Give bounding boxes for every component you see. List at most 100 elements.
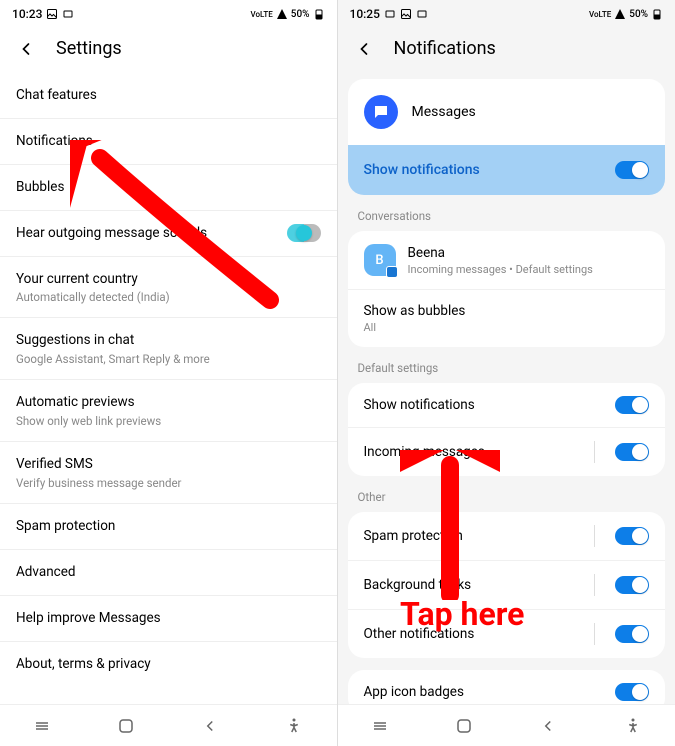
back-icon[interactable]: [354, 39, 374, 59]
toggle-other-notifications[interactable]: [615, 625, 649, 643]
page-header: Settings: [0, 28, 337, 73]
setting-auto-previews[interactable]: Automatic previews Show only web link pr…: [0, 380, 337, 442]
row-title: Other notifications: [364, 626, 583, 642]
contact-avatar: B: [364, 244, 396, 276]
settings-list: Chat features Notifications Bubbles Hear…: [0, 73, 337, 704]
page-header: Notifications: [338, 28, 675, 73]
network-indicator: VoLTE: [589, 10, 611, 19]
toggle-show-notifications[interactable]: [615, 161, 649, 179]
toggle-app-icon-badges[interactable]: [615, 683, 649, 701]
setting-title: Advanced: [16, 563, 321, 582]
app-name: Messages: [412, 104, 476, 120]
other-spam-protection[interactable]: Spam protection: [348, 512, 666, 560]
navigation-bar: [338, 704, 675, 746]
setting-outgoing-sounds[interactable]: Hear outgoing message sounds: [0, 211, 337, 257]
setting-title: Suggestions in chat: [16, 331, 321, 350]
toggle-outgoing-sounds[interactable]: [287, 224, 321, 242]
conversation-beena[interactable]: B Beena Incoming messages • Default sett…: [348, 231, 666, 289]
setting-suggestions[interactable]: Suggestions in chat Google Assistant, Sm…: [0, 318, 337, 380]
setting-subtitle: Verify business message sender: [16, 476, 321, 490]
battery-percent: 50%: [291, 9, 310, 20]
setting-subtitle: Show only web link previews: [16, 414, 321, 428]
row-title: Incoming messages: [364, 444, 583, 460]
section-conversations: Conversations: [338, 195, 675, 231]
setting-title: Notifications: [16, 132, 321, 151]
back-icon[interactable]: [16, 39, 36, 59]
section-other: Other: [338, 476, 675, 512]
setting-title: Chat features: [16, 86, 321, 105]
toggle-incoming-messages[interactable]: [615, 443, 649, 461]
signal-icon: [276, 8, 288, 20]
setting-chat-features[interactable]: Chat features: [0, 73, 337, 119]
page-title: Settings: [56, 38, 122, 59]
contact-subtitle: Incoming messages • Default settings: [408, 263, 650, 276]
setting-title: Verified SMS: [16, 455, 321, 474]
row-subtitle: All: [364, 321, 650, 334]
setting-subtitle: Automatically detected (India): [16, 290, 321, 304]
setting-help-improve[interactable]: Help improve Messages: [0, 596, 337, 642]
section-default-settings: Default settings: [338, 347, 675, 383]
setting-title: Hear outgoing message sounds: [16, 224, 287, 243]
battery-percent: 50%: [629, 9, 648, 20]
status-time: 10:23: [12, 7, 42, 21]
status-bar: 10:23 VoLTE 50%: [0, 0, 337, 28]
contact-name: Beena: [408, 245, 650, 261]
app-header: Messages: [348, 79, 666, 145]
row-title: Spam protection: [364, 528, 583, 544]
setting-title: About, terms & privacy: [16, 655, 321, 674]
messages-app-icon: [364, 95, 398, 129]
page-title: Notifications: [394, 38, 496, 59]
setting-bubbles[interactable]: Bubbles: [0, 165, 337, 211]
battery-icon: [313, 8, 325, 20]
divider: [594, 441, 595, 463]
setting-title: Spam protection: [16, 517, 321, 536]
home-icon[interactable]: [455, 717, 473, 735]
setting-advanced[interactable]: Advanced: [0, 550, 337, 596]
contact-badge-icon: [386, 266, 398, 278]
show-as-bubbles[interactable]: Show as bubbles All: [348, 289, 666, 347]
row-title: Background tasks: [364, 577, 583, 593]
setting-title: Automatic previews: [16, 393, 321, 412]
card-icon: [384, 8, 396, 20]
row-title: Show notifications: [364, 397, 604, 413]
setting-title: Bubbles: [16, 178, 321, 197]
accessibility-icon[interactable]: [624, 717, 642, 735]
picture-icon: [400, 8, 412, 20]
recents-icon[interactable]: [33, 717, 51, 735]
toggle-default-show-notifications[interactable]: [615, 396, 649, 414]
row-title: App icon badges: [364, 684, 604, 700]
setting-notifications[interactable]: Notifications: [0, 119, 337, 165]
setting-spam-protection[interactable]: Spam protection: [0, 504, 337, 550]
toggle-background-tasks[interactable]: [615, 576, 649, 594]
recents-icon[interactable]: [371, 717, 389, 735]
setting-title: Help improve Messages: [16, 609, 321, 628]
accessibility-icon[interactable]: [285, 717, 303, 735]
back-nav-icon[interactable]: [201, 717, 219, 735]
battery-icon: [651, 8, 663, 20]
show-notifications-main[interactable]: Show notifications: [348, 145, 666, 195]
back-nav-icon[interactable]: [539, 717, 557, 735]
setting-verified-sms[interactable]: Verified SMS Verify business message sen…: [0, 442, 337, 504]
navigation-bar: [0, 704, 337, 746]
status-bar: 10:25 VoLTE 50%: [338, 0, 675, 28]
setting-country[interactable]: Your current country Automatically detec…: [0, 257, 337, 319]
home-icon[interactable]: [117, 717, 135, 735]
divider: [594, 574, 595, 596]
other-background-tasks[interactable]: Background tasks: [348, 560, 666, 609]
network-indicator: VoLTE: [251, 10, 273, 19]
app-icon-badges[interactable]: App icon badges: [348, 670, 666, 704]
divider: [594, 525, 595, 547]
setting-about[interactable]: About, terms & privacy: [0, 642, 337, 687]
toggle-spam-protection[interactable]: [615, 527, 649, 545]
setting-subtitle: Google Assistant, Smart Reply & more: [16, 352, 321, 366]
default-incoming-messages[interactable]: Incoming messages: [348, 427, 666, 476]
card-icon: [62, 8, 74, 20]
card-icon: [416, 8, 428, 20]
setting-title: Your current country: [16, 270, 321, 289]
row-title: Show as bubbles: [364, 303, 650, 319]
show-notifications-label: Show notifications: [364, 162, 480, 178]
signal-icon: [614, 8, 626, 20]
default-show-notifications[interactable]: Show notifications: [348, 383, 666, 427]
status-time: 10:25: [350, 7, 380, 21]
other-notifications[interactable]: Other notifications: [348, 609, 666, 658]
